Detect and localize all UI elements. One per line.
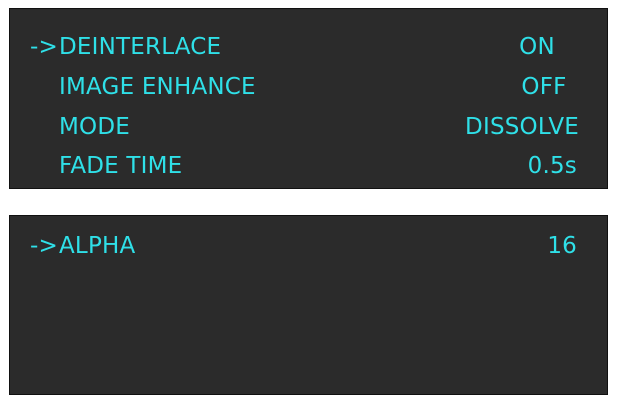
menu-item-fade-time[interactable]: FADE TIME 0.5s	[10, 147, 607, 185]
selection-cursor-icon: ->	[30, 233, 58, 259]
menu-item-mode[interactable]: MODE DISSOLVE	[10, 108, 607, 146]
menu-item-alpha[interactable]: -> ALPHA 16	[10, 227, 607, 265]
menu-screen-bottom: -> ALPHA 16	[9, 215, 608, 395]
menu-item-value: 0.5s	[527, 153, 577, 179]
menu-item-label: DEINTERLACE	[59, 34, 222, 60]
menu-item-label: MODE	[59, 114, 130, 140]
selection-cursor-icon: ->	[30, 34, 58, 60]
menu-item-label: FADE TIME	[59, 153, 183, 179]
menu-item-label: IMAGE ENHANCE	[59, 74, 256, 100]
menu-item-label: ALPHA	[59, 233, 136, 259]
menu-item-deinterlace[interactable]: -> DEINTERLACE ON	[10, 28, 607, 66]
menu-item-value: 16	[547, 233, 577, 259]
menu-item-value: DISSOLVE	[465, 114, 579, 140]
menu-item-value: OFF	[521, 74, 567, 100]
menu-item-value: ON	[519, 34, 555, 60]
menu-item-image-enhance[interactable]: IMAGE ENHANCE OFF	[10, 68, 607, 106]
menu-screen-top: -> DEINTERLACE ON IMAGE ENHANCE OFF MODE…	[9, 8, 608, 189]
